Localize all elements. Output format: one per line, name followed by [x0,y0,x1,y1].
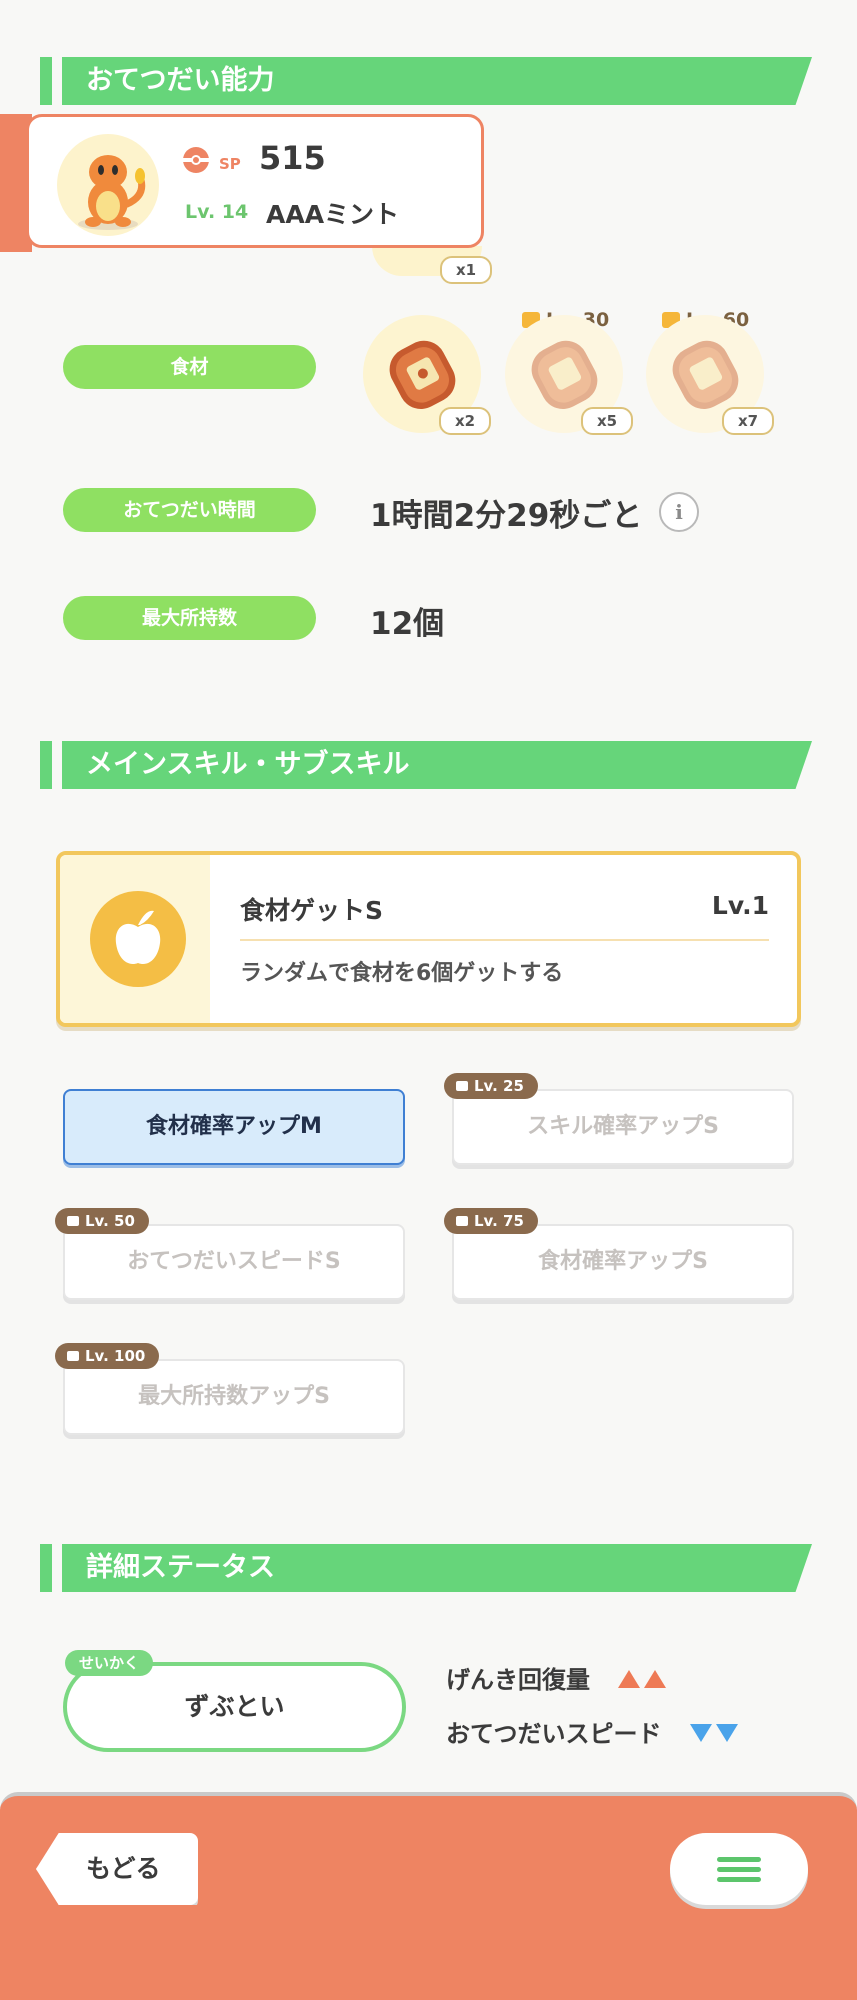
max-carry-value: 12個 [370,606,445,642]
help-time-label: おてつだい時間 [63,488,316,532]
section-title: メインスキル・サブスキル [86,749,410,780]
back-button[interactable]: もどる [36,1833,198,1905]
ingredient-slot-2[interactable]: x5 [505,315,633,435]
pokemon-nickname: AAAミント [266,200,400,229]
pokemon-level: Lv. 14 [185,201,249,223]
sub-skill-4[interactable]: 食材確率アップS [452,1224,794,1300]
apple-skill-icon [90,891,186,987]
sub-skill-5[interactable]: 最大所持数アップS [63,1359,405,1435]
back-button-label: もどる [86,1854,161,1883]
ingredient-slot-1[interactable]: x2 [363,315,491,435]
section-header-detail-status: 詳細ステータス [40,1544,812,1592]
lock-icon [456,1081,468,1091]
nature-up-effect: げんき回復量 [446,1660,670,1695]
info-icon[interactable]: i [659,492,699,532]
lock-icon [67,1216,79,1226]
menu-button[interactable] [670,1833,808,1905]
ingredients-label: 食材 [63,345,316,389]
sp-ball-icon [183,147,209,173]
pokemon-profile-card[interactable]: SP 515 Lv. 14 AAAミント [26,114,484,248]
sub-skill-3[interactable]: おてつだいスピードS [63,1224,405,1300]
sub-skill-unlock-tag: Lv. 50 [55,1208,149,1234]
lock-icon [456,1216,468,1226]
count-badge: x7 [722,407,774,435]
max-carry-label: 最大所持数 [63,596,316,640]
ingredient-slot-3[interactable]: x7 [646,315,774,435]
sub-skill-2[interactable]: スキル確率アップS [452,1089,794,1165]
section-title: 詳細ステータス [86,1552,275,1583]
main-skill-name: 食材ゲットS [240,896,384,925]
sub-skill-1[interactable]: 食材確率アップM [63,1089,405,1165]
section-header-help-ability: おてつだい能力 [40,57,812,105]
section-header-skills: メインスキル・サブスキル [40,741,812,789]
pokemon-avatar [57,134,159,236]
count-badge: x2 [439,407,491,435]
sp-label: SP [219,155,241,173]
section-title: おてつだい能力 [86,65,275,96]
count-badge: x1 [440,256,492,284]
divider [240,939,769,941]
up-arrows-icon [618,1666,670,1694]
main-skill-level: Lv.1 [711,891,769,920]
sub-skill-unlock-tag: Lv. 100 [55,1343,160,1369]
nature-up-label: げんき回復量 [446,1666,590,1694]
down-arrows-icon [689,1720,742,1748]
nature-tag: せいかく [65,1650,154,1676]
skill-icon-panel [60,855,210,1023]
main-skill-description: ランダムで食材を6個ゲットする [240,961,564,986]
nature-down-label: おてつだいスピード [446,1720,662,1748]
lock-icon [67,1351,79,1361]
charmander-icon [78,155,146,230]
sub-skill-unlock-tag: Lv. 75 [444,1208,538,1234]
sp-value: 515 [259,139,326,177]
sub-skill-unlock-tag: Lv. 25 [444,1073,538,1099]
nature-down-effect: おてつだいスピード [446,1714,742,1749]
help-time-value: 1時間2分29秒ごと [370,498,643,534]
main-skill-card[interactable]: 食材ゲットS Lv.1 ランダムで食材を6個ゲットする [56,851,801,1027]
count-badge: x5 [581,407,633,435]
